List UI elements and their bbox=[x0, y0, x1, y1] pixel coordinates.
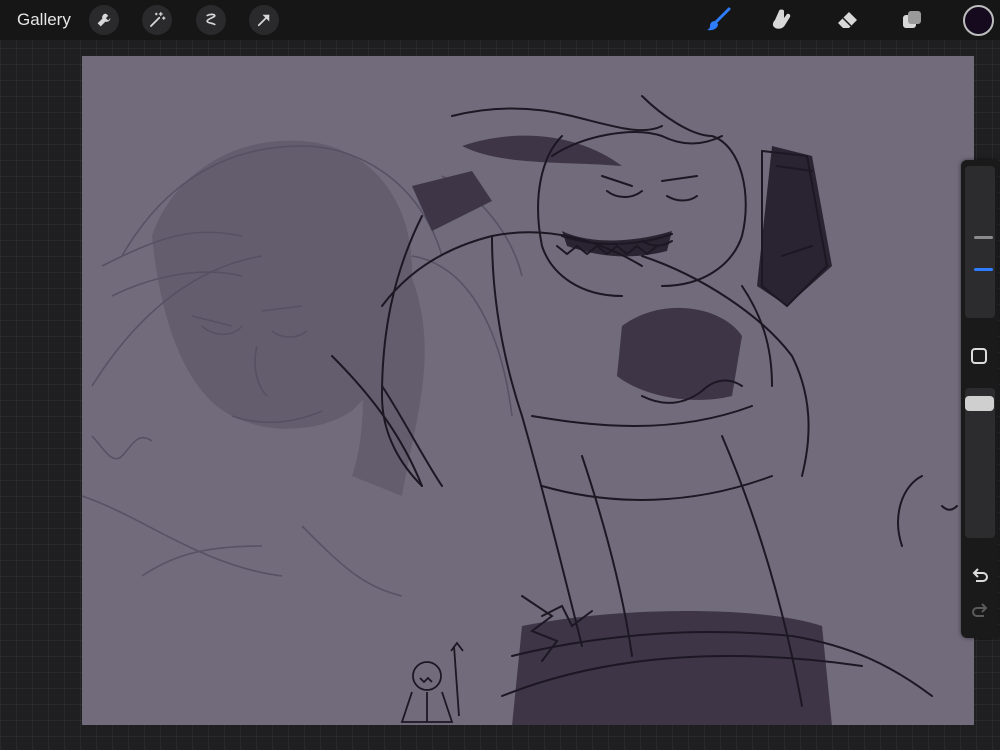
sketch-artwork bbox=[82, 95, 958, 725]
eraser-icon[interactable] bbox=[832, 4, 864, 36]
drawing-canvas[interactable] bbox=[82, 56, 974, 725]
opacity-handle[interactable] bbox=[965, 396, 994, 411]
brush-sidebar bbox=[961, 160, 998, 638]
brush-icon[interactable] bbox=[702, 4, 734, 36]
magic-wand-icon[interactable] bbox=[142, 5, 172, 35]
selection-icon[interactable] bbox=[196, 5, 226, 35]
brush-size-handle[interactable] bbox=[974, 268, 993, 271]
undo-icon[interactable] bbox=[970, 567, 990, 587]
eyedropper-modifier-button[interactable] bbox=[971, 348, 987, 364]
color-picker-swatch[interactable] bbox=[963, 5, 994, 36]
gallery-button[interactable]: Gallery bbox=[17, 10, 71, 30]
brush-size-slider[interactable] bbox=[965, 166, 995, 318]
wrench-icon[interactable] bbox=[89, 5, 119, 35]
transform-arrow-icon[interactable] bbox=[249, 5, 279, 35]
brush-size-max-marker bbox=[974, 236, 993, 239]
top-toolbar: Gallery bbox=[0, 0, 1000, 40]
smudge-icon[interactable] bbox=[767, 4, 799, 36]
opacity-slider[interactable] bbox=[965, 388, 995, 538]
layers-icon[interactable] bbox=[896, 4, 928, 36]
redo-icon[interactable] bbox=[970, 602, 990, 622]
